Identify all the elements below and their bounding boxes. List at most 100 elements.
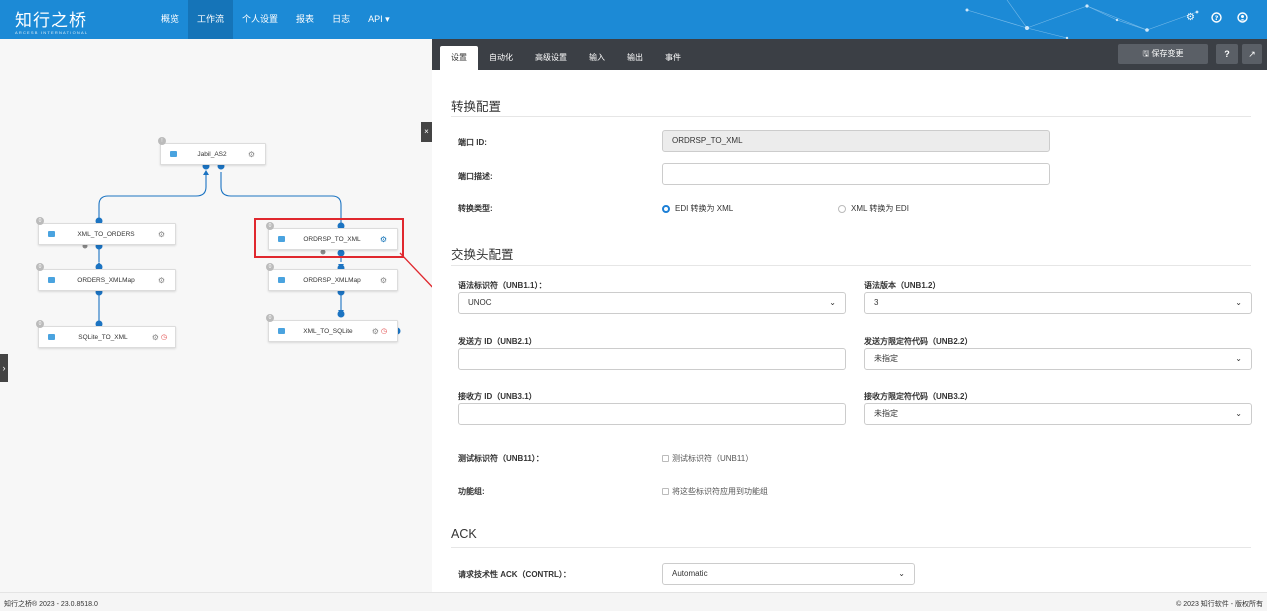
help-button[interactable]: ? <box>1216 44 1238 64</box>
nav-workflow[interactable]: 工作流 <box>188 0 234 39</box>
node-gear-icon[interactable]: ⚙ <box>247 150 256 159</box>
highlight-box <box>254 218 404 258</box>
node-gear-icon[interactable]: ⚙ <box>151 333 160 342</box>
node-orders-xmlmap[interactable]: 0 ORDERS_XMLMap ⚙ <box>36 263 176 291</box>
test-identifier-checkbox[interactable]: 测试标识符（UNB11） <box>662 453 753 464</box>
conversion-type-label: 转换类型: <box>458 204 493 213</box>
nav-reports[interactable]: 报表 <box>287 0 323 39</box>
footer: 知行之桥® 2023 - 23.0.8518.0 © 2023 知行软件 - 版… <box>0 592 1267 611</box>
chevron-down-icon: ⌄ <box>1235 409 1242 418</box>
badge-icon: 0 <box>266 263 274 271</box>
sender-id-label: 发送方 ID（UNB2.1） <box>458 337 537 346</box>
checkbox-icon <box>662 455 669 462</box>
tab-settings[interactable]: 设置 <box>440 46 478 70</box>
settings-gear-icon[interactable]: ⚙ <box>1184 11 1197 24</box>
logo-text: 知行之桥 <box>15 11 87 31</box>
sender-qualifier-label: 发送方限定符代码（UNB2.2） <box>864 337 973 346</box>
tab-automation[interactable]: 自动化 <box>478 46 524 70</box>
help-icon[interactable]: ? <box>1210 11 1223 24</box>
syntax-id-select[interactable]: UNOC ⌄ <box>458 292 846 314</box>
nav-logs[interactable]: 日志 <box>323 0 359 39</box>
nav-overview[interactable]: 概览 <box>152 0 188 39</box>
checkbox-label: 测试标识符（UNB11） <box>672 454 754 463</box>
port-desc-label: 端口描述: <box>458 172 493 181</box>
receiver-id-input[interactable] <box>458 403 846 425</box>
radio-label: EDI 转换为 XML <box>675 204 734 213</box>
select-value: 未指定 <box>874 354 898 363</box>
node-jabil-as2[interactable]: ! Jabil_AS2 ⚙ <box>158 137 266 165</box>
receiver-qualifier-label: 接收方限定符代码（UNB3.2） <box>864 392 973 401</box>
xml-icon <box>48 231 55 237</box>
test-identifier-label: 测试标识符（UNB11）： <box>458 454 544 463</box>
schedule-clock-icon[interactable]: ◷ <box>161 333 167 341</box>
chevron-down-icon: ⌄ <box>829 298 836 307</box>
svg-text:?: ? <box>1215 14 1219 22</box>
badge-icon: 0 <box>266 314 274 322</box>
expand-sidebar-button[interactable]: › <box>0 354 8 382</box>
xmlmap-icon <box>278 277 285 283</box>
sender-qualifier-select[interactable]: 未指定 ⌄ <box>864 348 1252 370</box>
tab-output[interactable]: 输出 <box>616 46 654 70</box>
port-desc-textarea[interactable] <box>662 163 1050 185</box>
top-icons: ⚙ ? <box>1184 11 1249 24</box>
schedule-clock-icon[interactable]: ◷ <box>381 327 387 335</box>
node-gear-icon[interactable]: ⚙ <box>379 276 388 285</box>
divider <box>451 265 1251 266</box>
chevron-down-icon: ⌄ <box>1235 354 1242 363</box>
node-label: ORDRSP_XMLMap <box>303 276 361 284</box>
divider <box>451 547 1251 548</box>
sqlite-icon <box>278 328 285 334</box>
checkbox-label: 将这些标识符应用到功能组 <box>672 487 768 496</box>
footer-version: 知行之桥® 2023 - 23.0.8518.0 <box>4 601 98 608</box>
section-title-ack: ACK <box>451 527 477 541</box>
checkbox-icon <box>662 488 669 495</box>
radio-selected-icon <box>662 204 670 213</box>
tab-events[interactable]: 事件 <box>654 46 692 70</box>
node-label: XML_TO_ORDERS <box>77 230 135 238</box>
panel-tabs: 设置 自动化 高级设置 输入 输出 事件 <box>440 46 692 70</box>
select-value: 3 <box>874 298 879 307</box>
node-xml-to-orders[interactable]: 0 XML_TO_ORDERS ⚙ <box>36 217 176 245</box>
nav-api[interactable]: API ▾ <box>359 0 399 39</box>
sqlite-icon <box>48 334 55 340</box>
chevron-down-icon: ⌄ <box>898 569 905 578</box>
ack-label: 请求技术性 ACK（CONTRL）： <box>458 570 571 579</box>
tab-input[interactable]: 输入 <box>578 46 616 70</box>
open-external-icon[interactable]: ↗ <box>1242 44 1262 64</box>
node-xml-to-sqlite[interactable]: 0 XML_TO_SQLite ⚙ ◷ <box>266 314 398 342</box>
flow-canvas[interactable]: ! Jabil_AS2 ⚙ 0 XML_TO_ORDERS ⚙ 0 ORDRSP… <box>0 39 443 592</box>
save-changes-button[interactable]: 🖫 保存变更 <box>1118 44 1208 64</box>
sender-id-input[interactable] <box>458 348 846 370</box>
node-gear-icon[interactable]: ⚙ <box>371 327 380 336</box>
radio-edi-to-xml[interactable]: EDI 转换为 XML <box>662 203 733 214</box>
as2-icon <box>170 151 177 157</box>
node-gear-icon[interactable]: ⚙ <box>157 276 166 285</box>
radio-xml-to-edi[interactable]: XML 转换为 EDI <box>838 203 909 214</box>
section-title-conversion: 转换配置 <box>451 100 502 114</box>
ack-select[interactable]: Automatic ⌄ <box>662 563 915 585</box>
syntax-version-select[interactable]: 3 ⌄ <box>864 292 1252 314</box>
syntax-version-label: 语法版本（UNB1.2） <box>864 281 941 290</box>
node-gear-icon[interactable]: ⚙ <box>157 230 166 239</box>
select-value: Automatic <box>672 569 708 578</box>
node-label: ORDERS_XMLMap <box>77 276 135 284</box>
nav-profile[interactable]: 个人设置 <box>233 0 287 39</box>
divider <box>451 116 1251 117</box>
node-label: XML_TO_SQLite <box>303 327 353 335</box>
tab-advanced[interactable]: 高级设置 <box>524 46 578 70</box>
port-id-label: 端口 ID: <box>458 138 487 147</box>
user-icon[interactable] <box>1236 11 1249 24</box>
node-sqlite-to-xml[interactable]: 0 SQLite_TO_XML ⚙ ◷ <box>36 320 176 348</box>
badge-icon: 0 <box>36 217 44 225</box>
logo[interactable]: 知行之桥 ARCESB INTERNATIONAL <box>15 6 88 35</box>
radio-label: XML 转换为 EDI <box>851 204 909 213</box>
receiver-id-label: 接收方 ID（UNB3.1） <box>458 392 537 401</box>
node-label: Jabil_AS2 <box>197 150 227 158</box>
select-value: 未指定 <box>874 409 898 418</box>
collapse-panel-button[interactable]: × <box>421 122 432 142</box>
badge-icon: ! <box>158 137 166 145</box>
badge-icon: 0 <box>36 263 44 271</box>
receiver-qualifier-select[interactable]: 未指定 ⌄ <box>864 403 1252 425</box>
functional-group-checkbox[interactable]: 将这些标识符应用到功能组 <box>662 486 768 497</box>
node-ordrsp-xmlmap[interactable]: 0 ORDRSP_XMLMap ⚙ <box>266 263 398 291</box>
